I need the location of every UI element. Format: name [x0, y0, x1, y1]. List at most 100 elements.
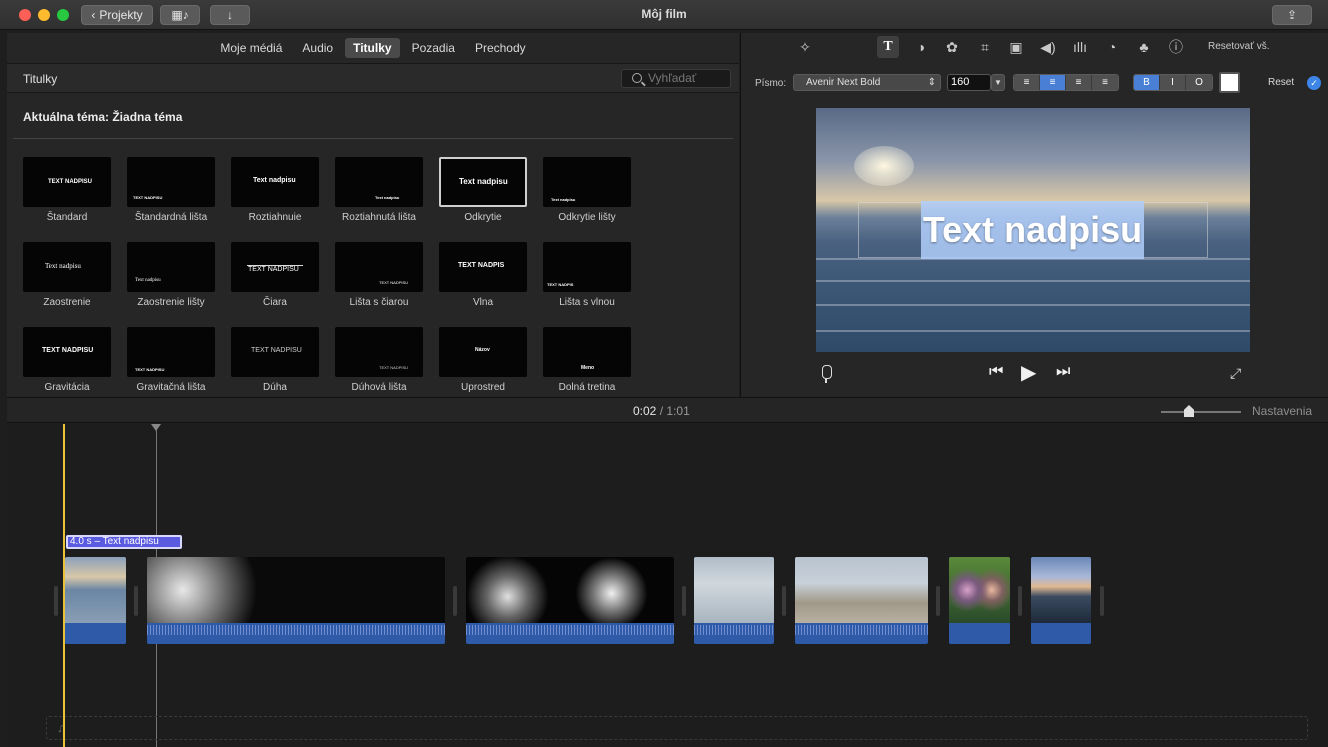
title-thumbnail: TEXT NADPISU	[335, 242, 423, 292]
outline-button[interactable]: O	[1186, 75, 1212, 90]
volume-icon[interactable]: ◀)	[1039, 38, 1057, 56]
title-caption: Čiara	[263, 297, 287, 308]
title-thumbnail: TEXT NADPIS	[439, 242, 527, 292]
info-icon[interactable]: ⓘ	[1167, 38, 1185, 56]
video-clip[interactable]	[1031, 557, 1091, 644]
title-item-centered[interactable]: Názov Uprostred	[439, 327, 527, 393]
font-size-field[interactable]: 160	[947, 74, 991, 91]
color-balance-icon[interactable]: ◑	[912, 38, 930, 56]
equalizer-icon[interactable]: ıllı	[1071, 38, 1089, 56]
reset-all-button[interactable]: Resetovať vš.	[1208, 41, 1270, 52]
video-clip[interactable]	[466, 557, 674, 644]
title-item-wave-lower-third[interactable]: TEXT NADPIS Lišta s vlnou	[543, 242, 631, 308]
text-style-icon[interactable]: T	[877, 36, 899, 58]
skip-back-icon[interactable]: ⏮	[989, 363, 1003, 381]
stabilization-camera-icon[interactable]: ▣	[1007, 38, 1025, 56]
title-thumbnail: Text nadpisu	[335, 157, 423, 207]
clip-gap-handle[interactable]	[1018, 586, 1022, 616]
share-button[interactable]: ⇪	[1272, 5, 1312, 25]
title-item-reveal[interactable]: Text nadpisu Odkrytie	[439, 157, 527, 223]
zoom-slider-knob[interactable]	[1184, 405, 1194, 417]
playhead[interactable]	[63, 424, 65, 747]
video-clip[interactable]	[694, 557, 774, 644]
clip-gap-handle[interactable]	[54, 586, 58, 616]
thumb-text: TEXT NADPIS	[547, 282, 574, 287]
preview-title-text[interactable]: Text nadpisu	[921, 201, 1144, 259]
timeline[interactable]: 4.0 s – Text nadpisu ♫	[7, 424, 1328, 747]
settings-button[interactable]: Nastavenia	[1252, 404, 1312, 418]
video-clip[interactable]	[147, 557, 445, 644]
play-icon[interactable]: ▶	[1021, 360, 1036, 385]
title-caption: Gravitačná lišta	[136, 382, 206, 393]
video-clip[interactable]	[949, 557, 1010, 644]
apply-checkmark-icon[interactable]: ✓	[1307, 76, 1321, 90]
clip-gap-handle[interactable]	[936, 586, 940, 616]
microphone-icon[interactable]	[821, 365, 832, 383]
title-item-expand[interactable]: Text nadpisu Roztiahnuie	[231, 157, 319, 223]
title-item-standard[interactable]: TEXT NADPISU Štandard	[23, 157, 111, 223]
title-item-gravity-lower-third[interactable]: TEXT NADPISU Gravitačná lišta	[127, 327, 215, 393]
video-preview[interactable]: Text nadpisu	[816, 108, 1250, 352]
italic-button[interactable]: I	[1160, 75, 1186, 90]
title-caption: Lišta s vlnou	[559, 297, 615, 308]
title-thumbnail-selected: Text nadpisu	[439, 157, 527, 207]
search-input[interactable]: Vyhľadať	[621, 69, 731, 88]
clip-gap-handle[interactable]	[682, 586, 686, 616]
title-item-rainbow[interactable]: TEXT NADPISU Dúha	[231, 327, 319, 393]
video-clip[interactable]	[795, 557, 928, 644]
title-caption: Štandardná lišta	[134, 212, 208, 223]
bold-button[interactable]: B	[1134, 75, 1160, 90]
title-item-lower-third[interactable]: Meno Dolná tretina	[543, 327, 631, 393]
title-item-line-lower-third[interactable]: TEXT NADPISU Lišta s čiarou	[335, 242, 423, 308]
title-item-reveal-lower-third[interactable]: Text nadpisu Odkrytie lišty	[543, 157, 631, 223]
title-item-standard-lower-third[interactable]: TEXT NADPISU Štandardná lišta	[127, 157, 215, 223]
font-select[interactable]: Avenir Next Bold ⇕	[793, 74, 941, 91]
magic-wand-icon[interactable]: ✧	[796, 38, 814, 56]
skip-forward-icon[interactable]: ⏭	[1056, 363, 1070, 381]
zoom-slider-track[interactable]	[1161, 411, 1241, 413]
title-item-expand-lower-third[interactable]: Text nadpisu Roztiahnutá lišta	[335, 157, 423, 223]
reset-button[interactable]: Reset	[1268, 77, 1294, 88]
clip-gap-handle[interactable]	[134, 586, 138, 616]
title-bar: ‹ Projekty ▦♪ ↓ Môj film ⇪	[0, 0, 1328, 30]
tab-my-media[interactable]: Moje médiá	[212, 38, 290, 58]
title-caption: Dolná tretina	[558, 382, 616, 393]
tab-titles[interactable]: Titulky	[345, 38, 400, 58]
title-item-rainbow-lower-third[interactable]: TEXT NADPISU Dúhová lišta	[335, 327, 423, 393]
clip-gap-handle[interactable]	[1100, 586, 1104, 616]
thumb-text: Text nadpisu	[253, 177, 296, 184]
thumb-text: Text nadpisu	[459, 177, 508, 186]
preview-wave	[816, 280, 1250, 282]
title-item-gravity[interactable]: TEXT NADPISU Gravitácia	[23, 327, 111, 393]
fullscreen-icon[interactable]: ⤢	[1230, 365, 1241, 382]
clip-gap-handle[interactable]	[453, 586, 457, 616]
title-thumbnail: Text nadpisu	[231, 157, 319, 207]
align-right-button[interactable]: ≡	[1066, 75, 1092, 90]
title-item-wave[interactable]: TEXT NADPIS Vlna	[439, 242, 527, 308]
background-music-well[interactable]	[46, 716, 1308, 740]
color-palette-icon[interactable]: ✿	[943, 38, 961, 56]
title-caption: Dúha	[263, 382, 287, 393]
tab-transitions[interactable]: Prechody	[467, 38, 534, 58]
title-item-focus[interactable]: Text nadpisu Zaostrenie	[23, 242, 111, 308]
tab-backgrounds[interactable]: Pozadia	[404, 38, 463, 58]
align-center-button[interactable]: ≡	[1040, 75, 1066, 90]
filter-icon[interactable]: ♣	[1135, 38, 1153, 56]
tab-audio[interactable]: Audio	[294, 38, 341, 58]
crop-icon[interactable]: ⌗	[976, 38, 994, 56]
text-color-swatch[interactable]	[1219, 72, 1240, 93]
video-clip[interactable]	[65, 557, 126, 644]
clip-gap-handle[interactable]	[782, 586, 786, 616]
title-clip[interactable]: 4.0 s – Text nadpisu	[66, 535, 182, 549]
title-thumbnail: TEXT NADPISU	[231, 327, 319, 377]
title-caption: Zaostrenie	[43, 297, 91, 308]
preview-wave	[816, 304, 1250, 306]
title-item-focus-lower-third[interactable]: Text nadpisu Zaostrenie lišty	[127, 242, 215, 308]
align-left-button[interactable]: ≡	[1014, 75, 1040, 90]
speed-icon[interactable]: ◔	[1103, 38, 1121, 56]
title-caption: Štandard	[46, 212, 88, 223]
title-item-line[interactable]: TEXT NADPISU Čiara	[231, 242, 319, 308]
font-size-dropdown[interactable]: ▼	[991, 74, 1005, 91]
thumb-text: Názov	[475, 347, 490, 353]
align-justify-button[interactable]: ≡	[1092, 75, 1118, 90]
